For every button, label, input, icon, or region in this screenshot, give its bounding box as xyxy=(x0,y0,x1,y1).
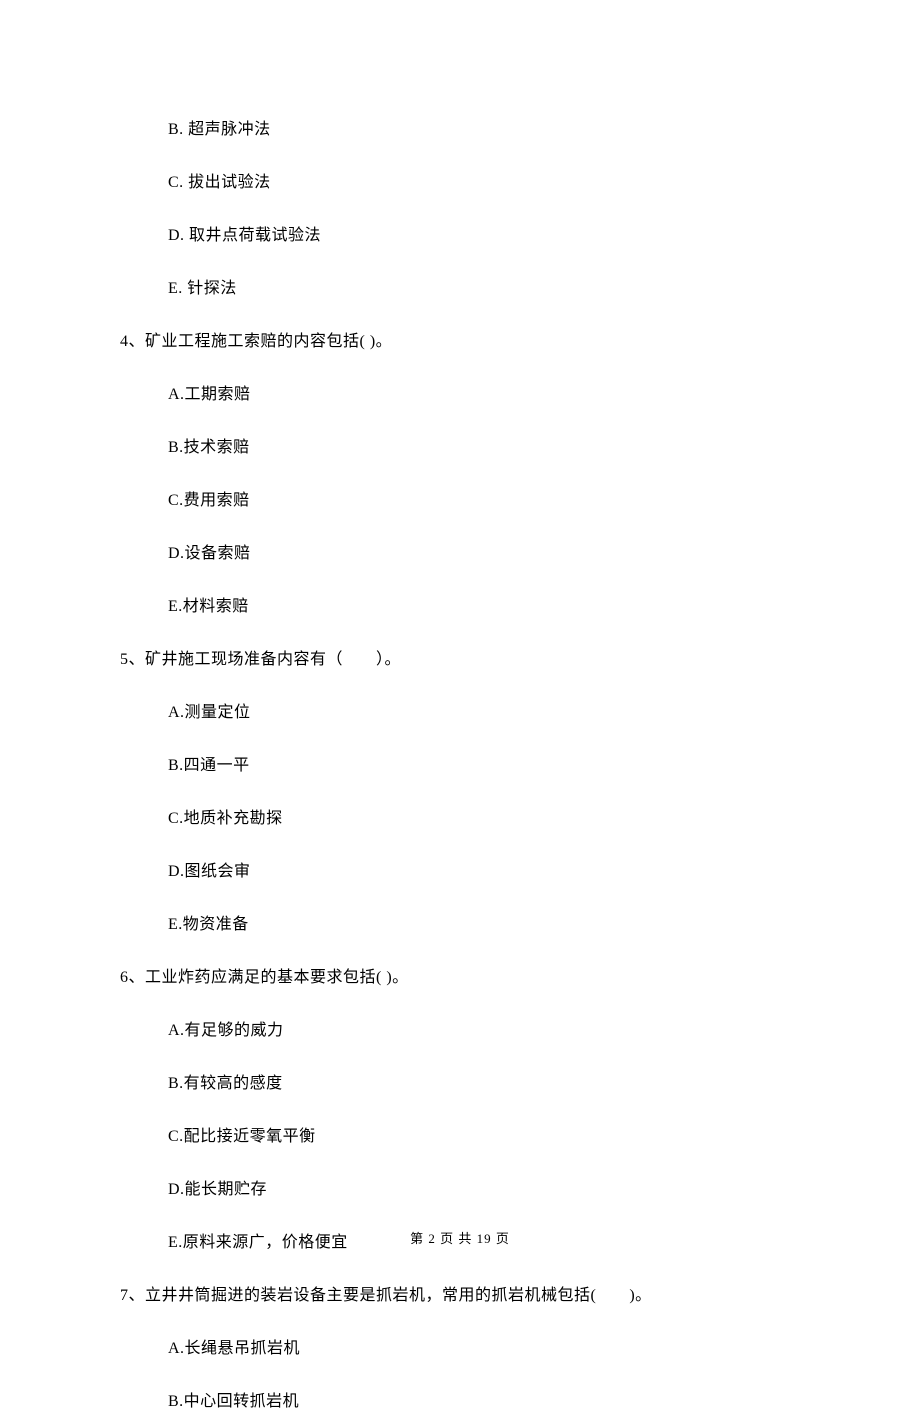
q6-option-d: D.能长期贮存 xyxy=(168,1175,800,1199)
q4-option-a: A.工期索赔 xyxy=(168,380,800,404)
question-4: 4、矿业工程施工索赔的内容包括( )。 A.工期索赔 B.技术索赔 C.费用索赔… xyxy=(120,327,800,616)
question-6: 6、工业炸药应满足的基本要求包括( )。 A.有足够的威力 B.有较高的感度 C… xyxy=(120,963,800,1252)
q6-text: 6、工业炸药应满足的基本要求包括( )。 xyxy=(120,963,800,987)
q6-option-a: A.有足够的威力 xyxy=(168,1016,800,1040)
q5-option-e: E.物资准备 xyxy=(168,910,800,934)
q7-text: 7、立井井筒掘进的装岩设备主要是抓岩机，常用的抓岩机械包括( )。 xyxy=(120,1281,800,1305)
question-7: 7、立井井筒掘进的装岩设备主要是抓岩机，常用的抓岩机械包括( )。 A.长绳悬吊… xyxy=(120,1281,800,1411)
q3-option-e: E. 针探法 xyxy=(168,274,800,298)
q4-option-b: B.技术索赔 xyxy=(168,433,800,457)
page-footer: 第 2 页 共 19 页 xyxy=(0,1228,920,1247)
q4-option-e: E.材料索赔 xyxy=(168,592,800,616)
q7-option-a: A.长绳悬吊抓岩机 xyxy=(168,1334,800,1358)
q7-option-b: B.中心回转抓岩机 xyxy=(168,1387,800,1411)
page-content: B. 超声脉冲法 C. 拔出试验法 D. 取井点荷载试验法 E. 针探法 4、矿… xyxy=(0,0,920,1411)
q5-options: A.测量定位 B.四通一平 C.地质补充勘探 D.图纸会审 E.物资准备 xyxy=(168,698,800,934)
q3-option-d: D. 取井点荷载试验法 xyxy=(168,221,800,245)
q5-option-a: A.测量定位 xyxy=(168,698,800,722)
q5-option-d: D.图纸会审 xyxy=(168,857,800,881)
q4-options: A.工期索赔 B.技术索赔 C.费用索赔 D.设备索赔 E.材料索赔 xyxy=(168,380,800,616)
q4-option-d: D.设备索赔 xyxy=(168,539,800,563)
q6-options: A.有足够的威力 B.有较高的感度 C.配比接近零氧平衡 D.能长期贮存 E.原… xyxy=(168,1016,800,1252)
q5-option-c: C.地质补充勘探 xyxy=(168,804,800,828)
q6-option-b: B.有较高的感度 xyxy=(168,1069,800,1093)
q3-option-b: B. 超声脉冲法 xyxy=(168,115,800,139)
q3-option-c: C. 拔出试验法 xyxy=(168,168,800,192)
q3-options-continued: B. 超声脉冲法 C. 拔出试验法 D. 取井点荷载试验法 E. 针探法 xyxy=(168,115,800,298)
q5-option-b: B.四通一平 xyxy=(168,751,800,775)
q4-text: 4、矿业工程施工索赔的内容包括( )。 xyxy=(120,327,800,351)
q6-option-c: C.配比接近零氧平衡 xyxy=(168,1122,800,1146)
q7-options: A.长绳悬吊抓岩机 B.中心回转抓岩机 xyxy=(168,1334,800,1411)
q5-text: 5、矿井施工现场准备内容有（ ）。 xyxy=(120,645,800,669)
question-5: 5、矿井施工现场准备内容有（ ）。 A.测量定位 B.四通一平 C.地质补充勘探… xyxy=(120,645,800,934)
q4-option-c: C.费用索赔 xyxy=(168,486,800,510)
